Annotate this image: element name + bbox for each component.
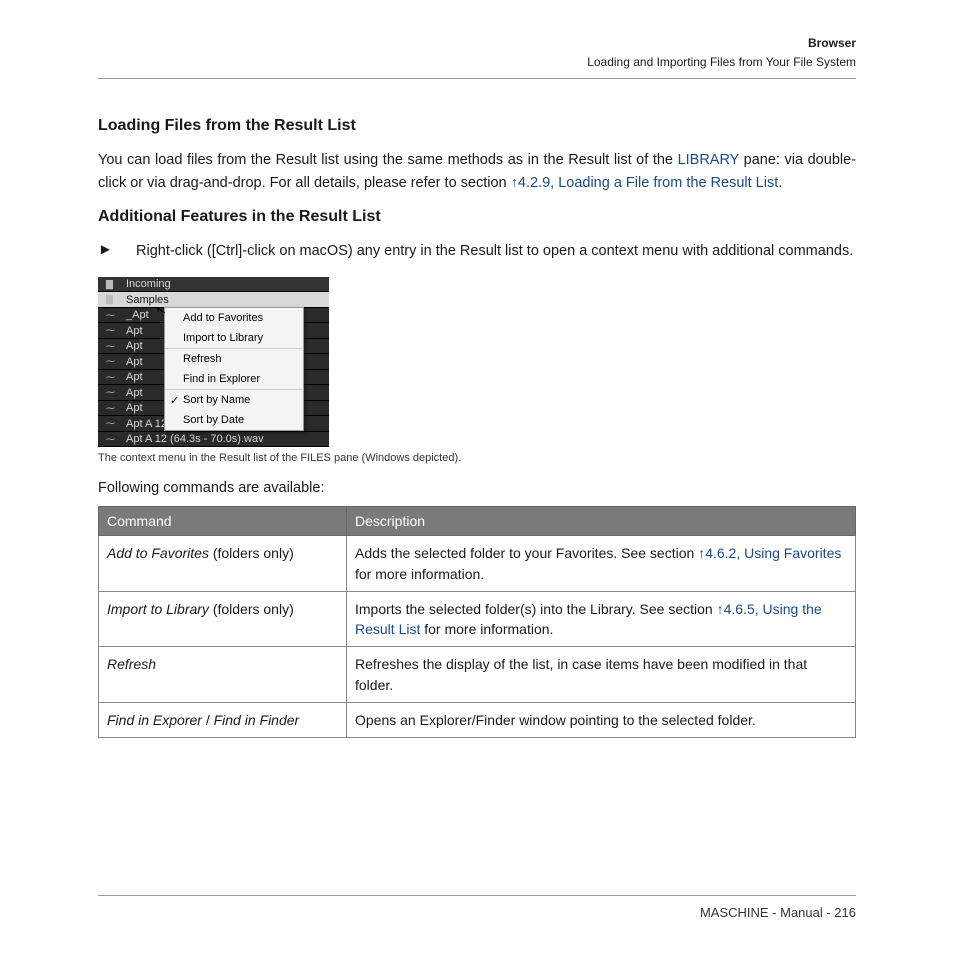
folder-icon: ▇ bbox=[106, 279, 120, 290]
cell-command: Refresh bbox=[99, 647, 347, 703]
heading-additional: Additional Features in the Result List bbox=[98, 208, 856, 226]
page-footer: MASCHINE - Manual - 216 bbox=[700, 905, 856, 920]
th-description: Description bbox=[347, 507, 856, 536]
cross-ref-link[interactable]: ↑4.6.2, Using Favorites bbox=[698, 545, 841, 561]
context-menu-item: Sort by Name bbox=[165, 389, 303, 410]
file-row: ▇ Incoming bbox=[98, 277, 329, 293]
waveform-icon: ⁓ bbox=[106, 310, 120, 321]
para1-pre: You can load files from the Result list … bbox=[98, 152, 678, 168]
waveform-icon: ⁓ bbox=[106, 387, 120, 398]
cell-command: Import to Library (folders only) bbox=[99, 591, 347, 647]
file-label: Incoming bbox=[126, 278, 171, 290]
commands-table: Command Description Add to Favorites (fo… bbox=[98, 506, 856, 738]
bullet-text: Right-click ([Ctrl]-click on macOS) any … bbox=[136, 240, 856, 262]
waveform-icon: ⁓ bbox=[106, 356, 120, 367]
screenshot-figure: ▇ Incoming ▇Samples ⁓ _Apt ⁓ Apt ⁓ Apt ⁓ Apt ⁓ Apt ⁓ A… bbox=[98, 277, 856, 448]
waveform-icon: ⁓ bbox=[106, 372, 120, 383]
page-header: Browser Loading and Importing Files from… bbox=[98, 34, 856, 72]
context-menu-item: Find in Explorer bbox=[165, 369, 303, 389]
file-label: Apt bbox=[126, 356, 143, 368]
table-row: Add to Favorites (folders only)Adds the … bbox=[99, 536, 856, 592]
waveform-icon: ⁓ bbox=[106, 325, 120, 336]
bullet-item: ► Right-click ([Ctrl]-click on macOS) an… bbox=[98, 240, 856, 262]
file-row: ▇Samples bbox=[98, 292, 329, 308]
cell-command: Add to Favorites (folders only) bbox=[99, 536, 347, 592]
file-label: Apt bbox=[126, 402, 143, 414]
context-menu: Add to FavoritesImport to LibraryRefresh… bbox=[164, 307, 304, 431]
waveform-icon: ⁓ bbox=[106, 403, 120, 414]
screenshot-caption: The context menu in the Result list of t… bbox=[98, 452, 856, 464]
file-label: Apt bbox=[126, 371, 143, 383]
para1-post: . bbox=[778, 175, 782, 191]
file-row: ⁓ Apt A 12 (64.3s - 70.0s).wav bbox=[98, 432, 329, 448]
divider-bottom bbox=[98, 895, 856, 896]
th-command: Command bbox=[99, 507, 347, 536]
context-menu-item: Refresh bbox=[165, 348, 303, 369]
header-title: Browser bbox=[98, 34, 856, 53]
heading-loading: Loading Files from the Result List bbox=[98, 117, 856, 135]
divider-top bbox=[98, 78, 856, 79]
cell-command: Find in Exporer / Find in Finder bbox=[99, 703, 347, 738]
context-menu-item: Add to Favorites bbox=[165, 308, 303, 328]
file-label: Apt bbox=[126, 340, 143, 352]
cell-description: Refreshes the display of the list, in ca… bbox=[347, 647, 856, 703]
cell-description: Imports the selected folder(s) into the … bbox=[347, 591, 856, 647]
link-429[interactable]: ↑4.2.9, Loading a File from the Result L… bbox=[511, 175, 779, 191]
cell-description: Opens an Explorer/Finder window pointing… bbox=[347, 703, 856, 738]
cell-description: Adds the selected folder to your Favorit… bbox=[347, 536, 856, 592]
table-row: Import to Library (folders only)Imports … bbox=[99, 591, 856, 647]
file-label: _Apt bbox=[126, 309, 149, 321]
file-label: Apt bbox=[126, 325, 143, 337]
library-ref: LIBRARY bbox=[678, 152, 740, 168]
context-menu-item: Sort by Date bbox=[165, 410, 303, 430]
following-text: Following commands are available: bbox=[98, 480, 856, 496]
header-subtitle: Loading and Importing Files from Your Fi… bbox=[98, 53, 856, 72]
file-label: Apt bbox=[126, 387, 143, 399]
folder-icon: ▇ bbox=[106, 294, 120, 305]
table-row: Find in Exporer / Find in FinderOpens an… bbox=[99, 703, 856, 738]
waveform-icon: ⁓ bbox=[106, 341, 120, 352]
waveform-icon: ⁓ bbox=[106, 434, 120, 445]
table-row: RefreshRefreshes the display of the list… bbox=[99, 647, 856, 703]
file-label: Apt A 12 (64.3s - 70.0s).wav bbox=[126, 433, 264, 445]
paragraph-loading: You can load files from the Result list … bbox=[98, 149, 856, 194]
waveform-icon: ⁓ bbox=[106, 418, 120, 429]
bullet-marker: ► bbox=[98, 240, 136, 258]
context-menu-item: Import to Library bbox=[165, 328, 303, 348]
